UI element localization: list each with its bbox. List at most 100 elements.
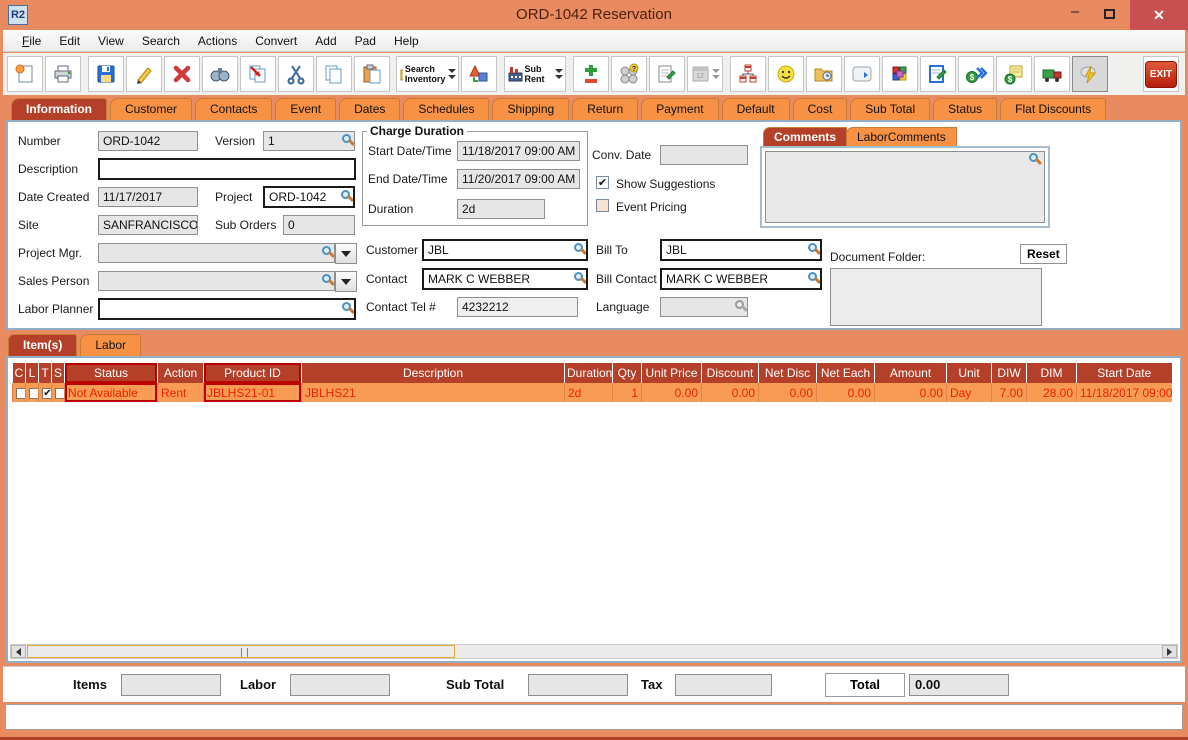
print-button[interactable] xyxy=(45,56,81,92)
sales-person-dropdown[interactable] xyxy=(335,271,357,292)
sales-person-field[interactable] xyxy=(98,271,335,291)
tab-sub-total[interactable]: Sub Total xyxy=(850,98,931,120)
row-l-checkbox[interactable] xyxy=(29,387,39,399)
col-amount[interactable]: Amount xyxy=(874,363,947,383)
cell-action[interactable]: Rent xyxy=(157,383,204,402)
customer-field[interactable]: JBL xyxy=(422,239,588,261)
event-pricing-checkbox[interactable] xyxy=(596,199,609,212)
labor-planner-field[interactable] xyxy=(98,298,356,320)
col-c[interactable]: C xyxy=(12,363,26,383)
tab-comments[interactable]: Comments xyxy=(763,127,848,147)
menu-search[interactable]: Search xyxy=(133,34,189,48)
col-t[interactable]: T xyxy=(38,363,52,383)
edit-pencil-button[interactable] xyxy=(125,56,162,92)
transport-button[interactable] xyxy=(1033,56,1070,92)
scrollbar-thumb[interactable] xyxy=(27,645,455,658)
col-unit[interactable]: Unit xyxy=(946,363,992,383)
row-s-checkbox[interactable] xyxy=(55,387,65,399)
cubes-button[interactable] xyxy=(881,56,918,92)
table-row[interactable]: ✔ Not Available Rent JBLHS21-01 JBLHS21 … xyxy=(12,383,1172,402)
save-button[interactable] xyxy=(87,56,124,92)
row-t-checkbox[interactable]: ✔ xyxy=(42,387,52,399)
bill-to-field[interactable]: JBL xyxy=(660,239,822,261)
tab-labor[interactable]: Labor xyxy=(80,334,142,356)
tab-default[interactable]: Default xyxy=(721,98,790,120)
reset-button[interactable]: Reset xyxy=(1020,244,1067,264)
col-duration[interactable]: Duration xyxy=(564,363,613,383)
bill-contact-search-icon[interactable] xyxy=(808,272,817,281)
version-search-icon[interactable] xyxy=(342,134,351,143)
close-button[interactable]: ✕ xyxy=(1130,0,1188,30)
find-button[interactable] xyxy=(201,56,238,92)
col-qty[interactable]: Qty xyxy=(612,363,642,383)
cell-description[interactable]: JBLHS21 xyxy=(301,383,565,402)
tab-items[interactable]: Item(s) xyxy=(8,334,78,356)
col-net-disc[interactable]: Net Disc xyxy=(758,363,817,383)
labor-planner-search-icon[interactable] xyxy=(342,302,351,311)
scroll-left-arrow[interactable] xyxy=(11,645,26,658)
keyboard-key-button[interactable] xyxy=(843,56,880,92)
tab-flat-discounts[interactable]: Flat Discounts xyxy=(1000,98,1107,120)
smiley-button[interactable] xyxy=(767,56,804,92)
notes-button[interactable] xyxy=(649,56,686,92)
col-diw[interactable]: DIW xyxy=(991,363,1027,383)
sub-rent-dropdown[interactable] xyxy=(555,68,564,80)
col-dim[interactable]: DIM xyxy=(1026,363,1077,383)
cell-dim[interactable]: 28.00 xyxy=(1026,383,1077,402)
add-remove-line-button[interactable] xyxy=(573,56,610,92)
tab-return[interactable]: Return xyxy=(572,98,639,120)
tab-customer[interactable]: Customer xyxy=(110,98,193,120)
project-mgr-field[interactable] xyxy=(98,243,335,263)
document-folder-box[interactable] xyxy=(830,268,1042,326)
cell-discount[interactable]: 0.00 xyxy=(701,383,759,402)
col-product-id[interactable]: Product ID xyxy=(203,363,302,383)
menu-pad[interactable]: Pad xyxy=(346,34,385,48)
sub-rent-button[interactable]: Sub Rent xyxy=(503,56,567,92)
tab-payment[interactable]: Payment xyxy=(641,98,719,120)
bill-to-search-icon[interactable] xyxy=(808,243,817,252)
menu-file[interactable]: File xyxy=(13,34,50,48)
cell-amount[interactable]: 0.00 xyxy=(874,383,947,402)
tab-cost[interactable]: Cost xyxy=(792,98,848,120)
col-discount[interactable]: Discount xyxy=(701,363,759,383)
bill-contact-field[interactable]: MARK C WEBBER xyxy=(660,268,822,290)
cell-status[interactable]: Not Available xyxy=(64,383,158,402)
substitute-items-button[interactable]: ? xyxy=(611,56,648,92)
inventory-shapes-button[interactable] xyxy=(461,56,498,92)
tab-dates[interactable]: Dates xyxy=(339,98,401,120)
cell-net-each[interactable]: 0.00 xyxy=(816,383,875,402)
horizontal-scrollbar[interactable] xyxy=(10,644,1178,659)
contact-tel-field[interactable]: 4232212 xyxy=(457,297,578,317)
menu-add[interactable]: Add xyxy=(306,34,345,48)
version-field[interactable]: 1 xyxy=(263,131,355,151)
comments-textarea[interactable] xyxy=(765,151,1045,223)
cut-button[interactable] xyxy=(277,56,314,92)
minimize-button[interactable]: – xyxy=(1058,0,1092,30)
org-chart-button[interactable] xyxy=(729,56,766,92)
show-suggestions-checkbox[interactable]: ✔ xyxy=(596,176,609,189)
search-inventory-button[interactable]: Search Inventory xyxy=(396,56,460,92)
tab-labor-comments[interactable]: LaborComments xyxy=(846,127,957,147)
sales-person-search-icon[interactable] xyxy=(322,274,331,283)
dollar-forward-button[interactable]: $ xyxy=(957,56,994,92)
folder-clock-button[interactable] xyxy=(805,56,842,92)
col-status[interactable]: Status xyxy=(64,363,158,383)
project-field[interactable]: ORD-1042 xyxy=(263,186,355,208)
exit-button[interactable]: EXIT xyxy=(1142,56,1179,92)
col-l[interactable]: L xyxy=(25,363,39,383)
description-field[interactable] xyxy=(98,158,356,180)
col-s[interactable]: S xyxy=(51,363,65,383)
row-c-checkbox[interactable] xyxy=(16,387,26,399)
customer-search-icon[interactable] xyxy=(574,243,583,252)
contact-field[interactable]: MARK C WEBBER xyxy=(422,268,588,290)
cell-unit-price[interactable]: 0.00 xyxy=(641,383,702,402)
menu-convert[interactable]: Convert xyxy=(246,34,306,48)
new-document-button[interactable] xyxy=(7,56,43,92)
tab-information[interactable]: Information xyxy=(11,98,107,120)
menu-edit[interactable]: Edit xyxy=(50,34,89,48)
tab-status[interactable]: Status xyxy=(933,98,998,120)
contact-search-icon[interactable] xyxy=(574,272,583,281)
dollar-notes-button[interactable]: $ xyxy=(995,56,1032,92)
cell-start-date[interactable]: 11/18/2017 09:00 xyxy=(1076,383,1172,402)
tab-schedules[interactable]: Schedules xyxy=(403,98,490,120)
